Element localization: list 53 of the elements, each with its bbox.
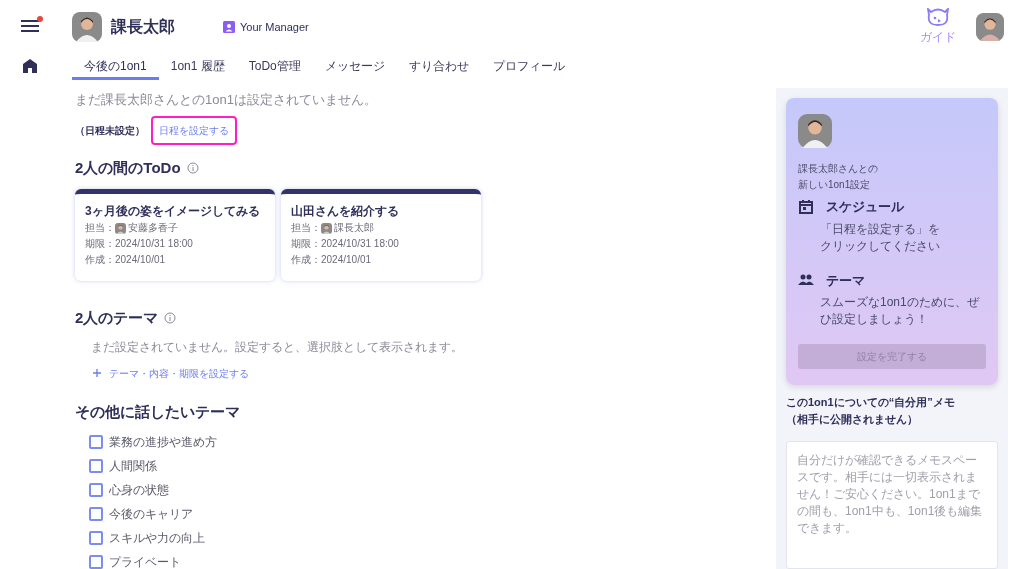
tab[interactable]: すり合わせ <box>396 54 481 80</box>
step-text: 「日程を設定する」を クリックしてください <box>820 220 941 255</box>
avatar-icon <box>115 222 126 234</box>
home-icon[interactable] <box>23 59 37 73</box>
person-badge-icon <box>223 21 235 33</box>
assignee-name: 安藤多香子 <box>128 221 178 235</box>
tab[interactable]: 今後の1on1 <box>72 54 159 80</box>
tab[interactable]: 1on1 履歴 <box>158 54 237 80</box>
role-label: Your Manager <box>240 19 309 35</box>
intro-text: 課長太郎さんとの 新しい1on1設定 <box>798 162 879 192</box>
assignee-name: 課長太郎 <box>334 221 374 235</box>
avatar-icon <box>321 222 332 234</box>
memo-title: この1on1についての“自分用”メモ （相手に公開されません） <box>786 395 956 427</box>
memo-field[interactable]: 自分だけが確認できるメモスペースです。相手には一切表示されません！ご安心ください。1on1までの間も、1on1中も、1on1後も編集できます。 <box>786 441 998 569</box>
theme-checkbox[interactable]: スキルや力の向上 <box>89 530 776 545</box>
assignee-label: 担当： <box>291 221 321 235</box>
avatar-icon <box>976 13 1004 41</box>
section-title: 2人のテーマ <box>75 308 159 328</box>
add-theme-link[interactable]: テーマ・内容・期限を設定する <box>93 365 249 381</box>
empty-text: まだ設定されていません。設定すると、選択肢として表示されます。 <box>91 338 464 356</box>
theme-checkbox[interactable]: 心身の状態 <box>89 482 776 497</box>
people-icon <box>798 274 814 287</box>
tab[interactable]: メッセージ <box>312 54 397 80</box>
created-date: 作成：2024/10/01 <box>85 253 167 267</box>
todo-title: 山田さんを紹介する <box>291 203 400 219</box>
guide-icon <box>925 8 951 26</box>
plus-icon <box>93 369 101 377</box>
assignee-label: 担当： <box>85 221 115 235</box>
due-date: 期限：2024/10/31 18:00 <box>85 237 194 251</box>
tab[interactable]: プロフィール <box>480 54 577 80</box>
schedule-status: （日程未設定） <box>75 123 145 138</box>
theme-checkbox[interactable]: 業務の進捗や進め方 <box>89 434 776 449</box>
due-date: 期限：2024/10/31 18:00 <box>291 237 400 251</box>
todo-title: 3ヶ月後の姿をイメージしてみる <box>85 203 261 219</box>
theme-checkbox[interactable]: 人間関係 <box>89 458 776 473</box>
set-schedule-link[interactable]: 日程を設定する <box>151 115 237 145</box>
user-name: 課長太郎 <box>111 17 175 37</box>
step-title: スケジュール <box>826 198 904 216</box>
todo-card[interactable]: 3ヶ月後の姿をイメージしてみる 担当： 安藤多香子 期限：2024/10/31 18:00 作成：2024/10/01 <box>75 189 275 281</box>
theme-checkbox[interactable]: 今後のキャリア <box>89 506 776 521</box>
avatar-icon <box>72 12 102 42</box>
notice-text: まだ課長太郎さんとの1on1は設定されていません。 <box>75 91 378 109</box>
step-text: スムーズな1on1のために、ぜ ひ設定しましょう！ <box>820 294 981 328</box>
section-title: その他に話したいテーマ <box>75 401 241 422</box>
section-title: 2人の間のToDo <box>75 157 181 178</box>
menu-icon[interactable] <box>20 18 40 34</box>
todo-card[interactable]: 山田さんを紹介する 担当： 課長太郎 期限：2024/10/31 18:00 作成：2024/10/01 <box>281 189 481 281</box>
theme-checkbox[interactable]: プライベート <box>89 554 776 569</box>
tab[interactable]: ToDo管理 <box>236 54 313 80</box>
step-title: テーマ <box>826 271 865 290</box>
created-date: 作成：2024/10/01 <box>291 253 373 267</box>
avatar-icon <box>798 114 832 148</box>
calendar-icon <box>799 199 813 214</box>
